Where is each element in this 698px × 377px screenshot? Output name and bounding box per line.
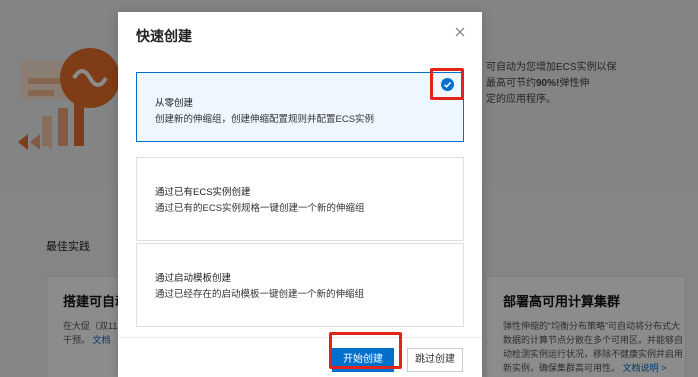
option-from-launch-template-desc: 通过已经存在的启动模板一键创建一个新的伸缩组 xyxy=(155,289,365,300)
option-from-ecs-instance-title: 通过已有ECS实例创建 xyxy=(155,187,251,198)
dialog-body: 从零创建 创建新的伸缩组，创建伸缩配置规则并配置ECS实例 通过已有ECS实例创… xyxy=(118,56,482,337)
selected-check-highlight xyxy=(430,68,464,100)
option-from-scratch-title: 从零创建 xyxy=(155,98,194,109)
start-button-highlight xyxy=(329,332,402,369)
close-icon[interactable] xyxy=(452,24,468,40)
dialog-title: 快速创建 xyxy=(136,28,192,44)
option-from-ecs-instance-desc: 通过已有的ECS实例规格一键创建一个新的伸缩组 xyxy=(155,203,365,214)
option-from-launch-template[interactable]: 通过启动模板创建 通过已经存在的启动模板一键创建一个新的伸缩组 xyxy=(136,243,464,327)
dialog-header: 快速创建 xyxy=(118,12,482,56)
option-from-scratch[interactable]: 从零创建 创建新的伸缩组，创建伸缩配置规则并配置ECS实例 xyxy=(136,72,464,142)
option-from-ecs-instance[interactable]: 通过已有ECS实例创建 通过已有的ECS实例规格一键创建一个新的伸缩组 xyxy=(136,157,464,241)
option-from-launch-template-title: 通过启动模板创建 xyxy=(155,273,232,284)
option-from-scratch-desc: 创建新的伸缩组，创建伸缩配置规则并配置ECS实例 xyxy=(155,114,375,125)
quick-create-dialog: 快速创建 从零创建 创建新的伸缩组，创建伸缩配置规则并配置ECS实例 通过已有E… xyxy=(118,12,482,377)
check-circle-icon xyxy=(441,78,454,91)
skip-create-button[interactable]: 跳过创建 xyxy=(407,348,463,372)
dialog-footer: 开始创建 跳过创建 xyxy=(118,337,482,377)
